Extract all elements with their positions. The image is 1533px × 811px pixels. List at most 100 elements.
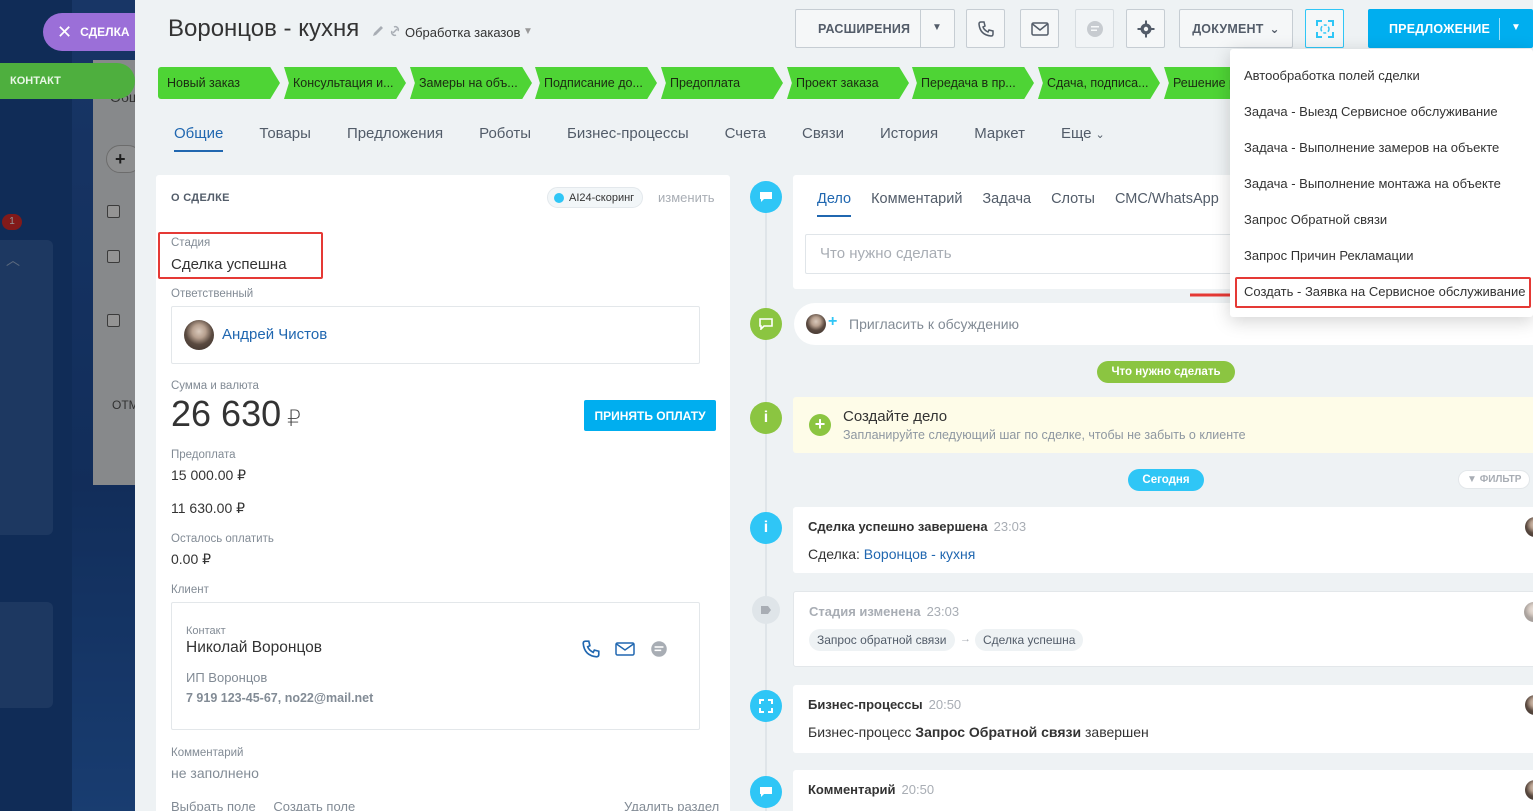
avatar [1524,602,1533,622]
contact-name[interactable]: Николай Воронцов [186,639,322,657]
document-button[interactable]: ДОКУМЕНТ ⌄ [1179,9,1293,48]
extensions-button[interactable]: РАСШИРЕНИЯ ▼ [795,9,955,48]
stage-item[interactable]: Предоплата [661,67,783,99]
edit-link[interactable]: изменить [658,190,715,205]
comment-icon [750,776,782,808]
comment-value[interactable]: не заполнено [171,765,259,781]
section-title: О СДЕЛКЕ [171,192,230,204]
ai-scoring-label: AI24-скоринг [569,191,635,204]
scan-button[interactable] [1305,9,1344,48]
divider [1499,18,1500,40]
tab-offers[interactable]: Предложения [347,125,443,152]
todo-divider-pill: Что нужно сделать [1097,361,1235,383]
remaining-value: 0.00 ₽ [171,551,212,567]
scan-icon [1315,19,1334,38]
menu-item[interactable]: Задача - Выполнение замеров на объекте [1244,140,1499,155]
call-button[interactable] [966,9,1005,48]
chat-button[interactable] [1075,9,1114,48]
email-button[interactable] [1020,9,1059,48]
menu-item[interactable]: Запрос Причин Рекламации [1244,248,1413,263]
timeline-event: Стадия изменена 23:03 Запрос обратной свя… [793,591,1533,667]
timeline-event: Комментарий 20:50 [793,770,1533,811]
chevron-down-icon: ⌄ [1095,129,1105,141]
client-box: Контакт Николай Воронцов ИП Воронцов 7 9… [171,602,700,730]
tab-relations[interactable]: Связи [802,125,844,152]
mail-icon [1030,21,1049,36]
tab-slots[interactable]: Слоты [1051,191,1095,217]
stage-item[interactable]: Сдача, подписа... [1038,67,1160,99]
delete-section-link[interactable]: Удалить раздел [624,799,719,811]
tab-business-processes[interactable]: Бизнес-процессы [567,125,689,152]
stage-value[interactable]: Сделка успешна [171,256,287,273]
offer-button[interactable]: ПРЕДЛОЖЕНИЕ ▼ [1368,9,1533,48]
tab-activity[interactable]: Дело [817,191,852,217]
menu-item[interactable]: Запрос Обратной связи [1244,212,1387,227]
contact-label: Контакт [186,625,226,637]
menu-item[interactable]: Задача - Выполнение монтажа на объекте [1244,176,1501,191]
avatar[interactable] [184,320,214,350]
tab-comment[interactable]: Комментарий [871,191,962,217]
chat-icon[interactable] [649,639,669,659]
filter-icon: ▼ [1467,474,1477,485]
event-body-suffix: завершен [1081,724,1149,740]
filter-button[interactable]: ▼ ФИЛЬТР [1458,470,1531,489]
amount-label: Сумма и валюта [171,380,259,392]
ai-scoring-badge[interactable]: AI24-скоринг [547,187,644,208]
pipeline-selector[interactable]: Обработка заказов [405,25,520,40]
responsible-name[interactable]: Андрей Чистов [222,326,327,343]
close-icon: ✕ [57,21,73,42]
info-icon: i [750,512,782,544]
event-title: Стадия изменена 23:03 [809,604,959,619]
close-deal-slider-button[interactable]: ✕ СДЕЛКА [43,13,143,51]
contact-details: 7 919 123-45-67, no22@mail.net [186,691,374,705]
accept-payment-button[interactable]: ПРИНЯТЬ ОПЛАТУ [584,400,716,431]
document-label: ДОКУМЕНТ [1192,21,1264,36]
tab-task[interactable]: Задача [982,191,1031,217]
event-body: Бизнес-процесс Запрос Обратной связи зав… [808,724,1149,740]
menu-item[interactable]: Автообработка полей сделки [1244,68,1420,83]
offer-label: ПРЕДЛОЖЕНИЕ [1389,21,1491,36]
plus-icon[interactable]: + [809,414,831,436]
pencil-icon[interactable] [371,24,385,38]
phone-icon[interactable] [581,639,601,659]
create-activity-card[interactable]: + Создайте дело Запланируйте следующий ш… [793,397,1533,453]
tab-products[interactable]: Товары [259,125,311,152]
tab-sms-whatsapp[interactable]: СМС/WhatsApp [1115,191,1219,217]
stage-item[interactable]: Новый заказ [158,67,280,99]
stage-item[interactable]: Передача в пр... [912,67,1034,99]
settings-button[interactable] [1126,9,1165,48]
mail-icon[interactable] [615,639,635,659]
gear-icon [1137,20,1154,37]
stage-item[interactable]: Консультация и... [284,67,406,99]
stage-item[interactable]: Замеры на объ... [410,67,532,99]
responsible-label: Ответственный [171,288,254,300]
tab-history[interactable]: История [880,125,938,152]
extensions-label: РАСШИРЕНИЯ [818,21,911,36]
client-label: Клиент [171,584,209,596]
select-field-link[interactable]: Выбрать поле [171,799,256,811]
arrow-right-icon: → [960,633,971,645]
deal-link[interactable]: Воронцов - кухня [864,546,976,562]
comment-icon [750,308,782,340]
tab-general[interactable]: Общие [174,125,224,152]
menu-item-highlighted[interactable]: Создать - Заявка на Сервисное обслуживан… [1244,284,1525,299]
tab-invoices[interactable]: Счета [725,125,766,152]
event-body-prefix: Бизнес-процесс [808,724,916,740]
avatar [1525,695,1533,715]
chevron-down-icon[interactable]: ▼ [1511,22,1521,33]
prepay-label: Предоплата [171,449,236,461]
tab-robots[interactable]: Роботы [479,125,531,152]
contact-slider-tab[interactable]: КОНТАКТ [0,63,135,99]
chevron-down-icon[interactable]: ▼ [932,22,942,33]
menu-item[interactable]: Задача - Выезд Сервисное обслуживание [1244,104,1498,119]
tab-market[interactable]: Маркет [974,125,1025,152]
remaining-label: Осталось оплатить [171,533,274,545]
ai-icon [554,192,564,203]
stage-item[interactable]: Проект заказа [787,67,909,99]
tab-more[interactable]: Еще ⌄ [1061,125,1105,152]
create-field-link[interactable]: Создать поле [273,799,355,811]
stage-item[interactable]: Подписание до... [535,67,657,99]
avatar [1525,517,1533,537]
stage-label: Стадия [171,237,211,249]
link-icon[interactable] [388,24,402,38]
